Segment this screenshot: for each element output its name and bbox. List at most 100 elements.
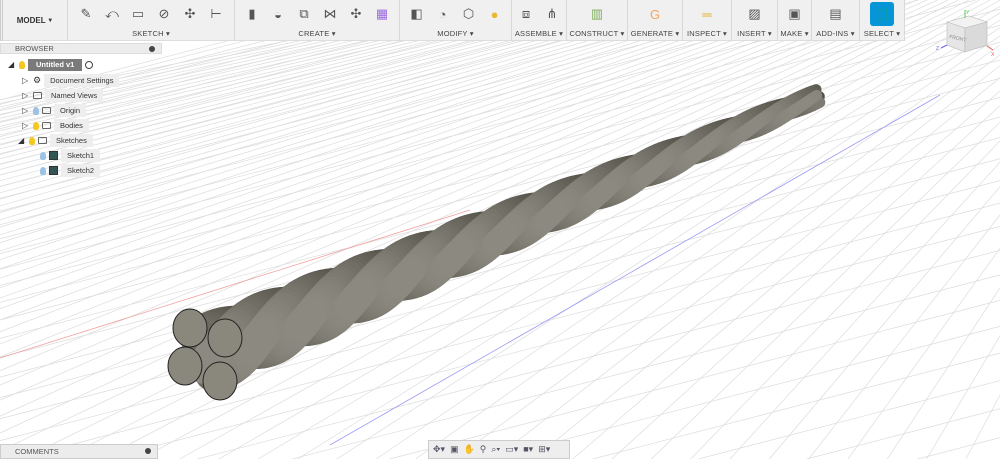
folder-icon <box>38 137 47 144</box>
chamfer-icon[interactable]: ⬡ <box>459 4 479 24</box>
look-at-icon[interactable]: ▣ <box>450 444 459 455</box>
visibility-bulb-icon[interactable] <box>29 136 35 145</box>
twisted-rope-body[interactable] <box>167 84 826 401</box>
toolbar-group-modify: ◧ ◔ ⬡ ● MODIFY ▾ <box>400 0 512 41</box>
insert-image-icon[interactable]: ▨ <box>745 4 765 24</box>
activate-icon[interactable] <box>85 60 94 69</box>
toolbar-group-label-text: MODIFY <box>437 29 468 38</box>
toolbar-group-label[interactable]: ADD-INS ▾ <box>816 29 855 38</box>
pipe-icon[interactable]: ✣ <box>346 4 366 24</box>
orbit-icon[interactable]: ✥▾ <box>433 444 445 455</box>
browser-item-origin[interactable]: ▷ Origin <box>22 104 87 117</box>
toolbar-group-label[interactable]: SELECT ▾ <box>864 29 901 38</box>
browser-root[interactable]: ◢ Untitled v1 <box>8 58 94 71</box>
line-icon[interactable]: ⤺ <box>102 4 122 24</box>
rope-strand-segment <box>589 181 613 205</box>
press-pull-icon[interactable]: ◧ <box>407 4 427 24</box>
visual-style-icon[interactable]: ■▾ <box>523 444 533 455</box>
toolbar-group-label[interactable]: SKETCH ▾ <box>132 29 170 38</box>
visibility-bulb-icon[interactable] <box>33 121 39 130</box>
toolbar-group-sketch: ✎ ⤺ ▭ ⊘ ✣ ⊢ SKETCH ▾ <box>68 0 235 41</box>
add-comment-icon[interactable] <box>145 448 151 454</box>
browser-header[interactable]: BROWSER <box>0 43 162 54</box>
sweep-icon[interactable]: ⧉ <box>294 4 314 24</box>
loft-icon[interactable]: ⋈ <box>320 4 340 24</box>
y-axis-label: Y <box>966 10 970 16</box>
browser-item-bodies[interactable]: ▷ Bodies <box>22 119 89 132</box>
offset-plane-icon[interactable]: ▥ <box>587 4 607 24</box>
root-component-label: Untitled v1 <box>28 58 83 71</box>
appearance-icon[interactable]: ● <box>485 4 505 24</box>
3d-viewport[interactable] <box>0 0 1000 459</box>
new-component-icon[interactable]: ⧈ <box>516 4 536 24</box>
browser-item-label: Sketch2 <box>61 164 101 177</box>
browser-item-label: Named Views <box>45 89 104 102</box>
rectangle-icon[interactable]: ▭ <box>128 4 148 24</box>
create-sketch-icon[interactable]: ✎ <box>76 4 96 24</box>
grid-line <box>965 394 1000 459</box>
toolbar-group-label[interactable]: INSPECT ▾ <box>687 29 727 38</box>
browser-item-label: Bodies <box>54 119 89 132</box>
toolbar-group-label[interactable]: GENERATE ▾ <box>631 29 680 38</box>
comments-panel[interactable]: COMMENTS <box>0 444 158 459</box>
grid-line <box>847 248 1000 459</box>
rope-strand-segment <box>488 223 516 251</box>
toolbar-group-label[interactable]: MAKE ▾ <box>780 29 808 38</box>
visibility-bulb-icon[interactable] <box>40 166 46 175</box>
grid-settings-icon[interactable]: ⊞▾ <box>538 444 550 455</box>
pattern-icon[interactable]: ✣ <box>180 4 200 24</box>
zoom-icon[interactable]: ⚲ <box>480 444 487 455</box>
toolbar-group-label-text: ASSEMBLE <box>514 29 557 38</box>
toolbar-group-label[interactable]: ASSEMBLE ▾ <box>515 29 563 38</box>
toolbar-group-label[interactable]: CREATE ▾ <box>298 29 335 38</box>
rope-strand-segment <box>742 119 760 137</box>
browser-title: BROWSER <box>15 44 54 53</box>
gear-icon: ⚙ <box>33 75 42 85</box>
workspace-switcher[interactable]: MODEL ▼ <box>0 0 68 41</box>
folder-icon <box>42 107 51 114</box>
dropdown-arrow-icon: ▾ <box>765 29 772 38</box>
zoom-window-icon[interactable]: ⌕▾ <box>491 444 500 455</box>
expand-icon[interactable]: ▷ <box>22 119 30 132</box>
collapse-icon[interactable]: ◢ <box>8 58 16 71</box>
3d-print-icon[interactable]: ▣ <box>785 4 805 24</box>
form-icon[interactable]: ▦ <box>372 4 392 24</box>
toolbar-group-label[interactable]: CONSTRUCT ▾ <box>570 29 625 38</box>
expand-icon[interactable]: ▷ <box>22 74 30 87</box>
visibility-bulb-icon[interactable] <box>33 106 39 115</box>
pin-icon[interactable] <box>149 46 155 52</box>
grid-line <box>454 54 1000 459</box>
strand-end-face <box>172 308 208 348</box>
toolbar-group-label[interactable]: INSERT ▾ <box>737 29 772 38</box>
toolbar-group-construct: ▥ CONSTRUCT ▾ <box>567 0 628 41</box>
browser-item-sketch1[interactable]: Sketch1 <box>40 149 101 162</box>
toolbar-group-add-ins: ▤ ADD-INS ▾ <box>812 0 860 41</box>
measure-icon[interactable]: ═ <box>697 4 717 24</box>
toolbar-group-label[interactable]: MODIFY ▾ <box>437 29 473 38</box>
pan-icon[interactable]: ✋ <box>464 444 475 455</box>
browser-item-document-settings[interactable]: ▷ ⚙ Document Settings <box>22 74 120 87</box>
visibility-bulb-icon[interactable] <box>19 60 25 69</box>
visibility-bulb-icon[interactable] <box>40 151 46 160</box>
select-icon[interactable]: ⬚ <box>870 2 894 26</box>
grid-line <box>0 0 928 417</box>
toolbar-group-label-text: GENERATE <box>630 29 674 38</box>
browser-item-sketches[interactable]: ◢ Sketches <box>18 134 93 147</box>
dimension-icon[interactable]: ⊢ <box>206 4 226 24</box>
rope-strand-segment <box>440 240 470 270</box>
browser-panel: BROWSER ◢ Untitled v1 ▷ ⚙ Document Setting… <box>0 43 162 177</box>
view-cube[interactable]: FRONT Y X Z <box>935 8 997 58</box>
revolve-icon[interactable]: ◒ <box>268 4 288 24</box>
collapse-icon[interactable]: ◢ <box>18 134 26 147</box>
expand-icon[interactable]: ▷ <box>22 104 30 117</box>
browser-item-sketch2[interactable]: Sketch2 <box>40 164 101 177</box>
display-settings-icon[interactable]: ▭▾ <box>505 444 518 455</box>
browser-item-named-views[interactable]: ▷ Named Views <box>22 89 104 102</box>
expand-icon[interactable]: ▷ <box>22 89 30 102</box>
scripts-icon[interactable]: ▤ <box>826 4 846 24</box>
extrude-icon[interactable]: ▮ <box>242 4 262 24</box>
circle-icon[interactable]: ⊘ <box>154 4 174 24</box>
fillet-icon[interactable]: ◔ <box>433 4 453 24</box>
generative-design-icon[interactable]: G <box>645 4 665 24</box>
joint-icon[interactable]: ⋔ <box>542 4 562 24</box>
